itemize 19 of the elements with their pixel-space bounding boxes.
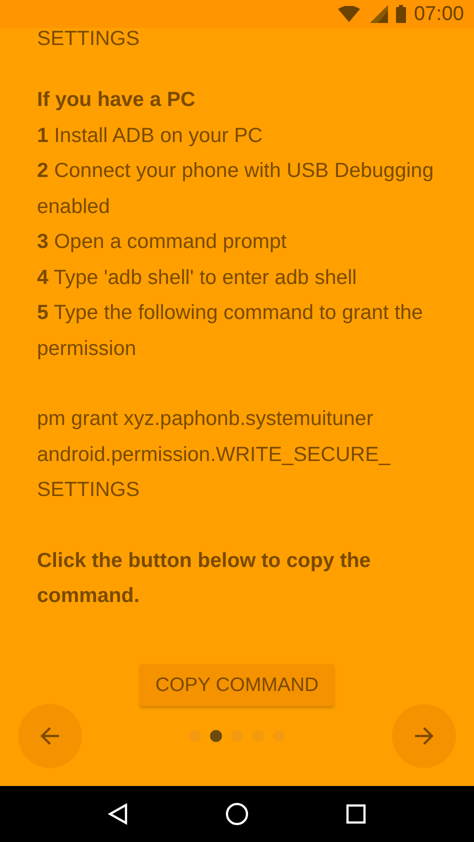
step-text: 2 Connect your phone with USB Debugging enabled [37,158,435,220]
left-arrow-icon [39,725,61,747]
step-text: 1 Install ADB on your PC [37,122,264,148]
step-text: 5 Type the following command to grant the permission [37,300,424,362]
right-arrow-icon [413,725,435,747]
step-text: 3 Open a command prompt [37,229,288,255]
section-title: If you have a PC [37,87,196,113]
cell-signal-icon [368,5,388,23]
command-text: pm grant xyz.paphonb.systemuituner android.permission.WRITE_SECURE_ SETTINGS [37,406,392,503]
instruction-text: Click the button below to copy the command. [37,548,372,609]
back-icon[interactable] [108,803,128,825]
battery-icon [396,5,406,23]
clock: 07:00 [414,2,464,26]
step-text: 4 Type 'adb shell' to enter adb shell [37,264,358,290]
heading-text: SETTINGS [37,28,141,50]
copy-command-button[interactable]: COPY COMMAND [140,664,334,706]
home-icon[interactable] [224,802,249,826]
wifi-icon [338,6,360,22]
recents-icon[interactable] [346,804,366,824]
